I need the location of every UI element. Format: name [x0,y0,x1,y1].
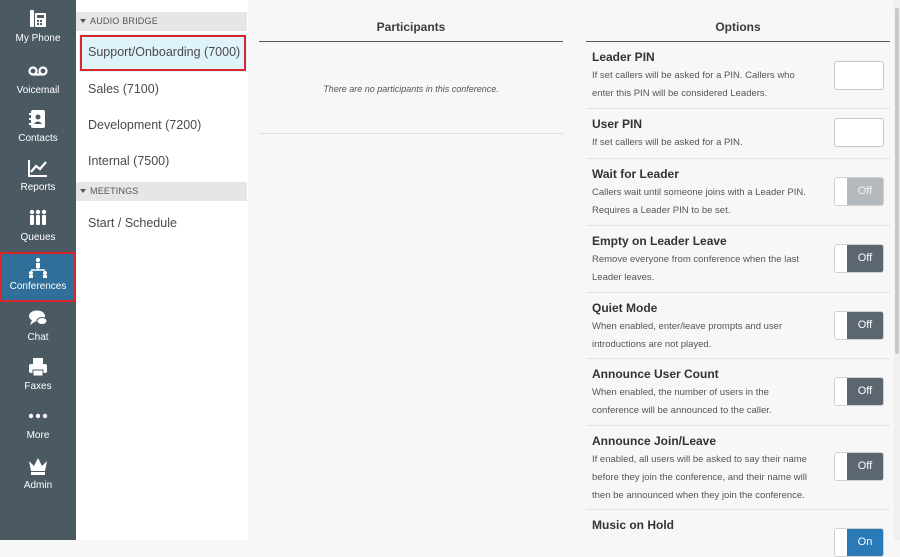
option-desc: If set callers will be asked for a PIN. … [592,70,795,99]
queues-icon [0,207,76,229]
nav-conferences[interactable]: Conferences [0,252,76,302]
participants-empty-message: There are no participants in this confer… [259,42,563,134]
nav-admin[interactable]: Admin [0,455,76,505]
voicemail-icon [0,60,76,82]
list-item-sales[interactable]: Sales (7100) [76,71,247,107]
option-empty-on-leader-leave: Empty on Leader Leave Remove everyone fr… [586,226,890,293]
collapse-triangle-icon [80,18,86,23]
user-pin-input[interactable] [834,118,884,147]
option-announce-user-count: Announce User Count When enabled, the nu… [586,359,890,426]
options-panel: Options Leader PIN If set callers will b… [586,14,890,557]
nav-label: More [26,430,50,441]
crown-icon [0,455,76,477]
meetings-header[interactable]: MEETINGS [76,182,247,201]
reports-icon [0,157,76,179]
nav-reports[interactable]: Reports [0,157,76,207]
phone-icon [0,8,76,30]
list-item-internal[interactable]: Internal (7500) [76,143,247,179]
option-announce-join-leave: Announce Join/Leave If enabled, all user… [586,426,890,510]
announce-user-count-toggle[interactable]: Off [834,377,884,406]
option-desc: Callers wait until someone joins with a … [592,187,806,216]
nav-label: Admin [23,480,53,491]
quiet-mode-toggle[interactable]: Off [834,311,884,340]
wait-for-leader-toggle[interactable]: Off [834,177,884,206]
nav-contacts[interactable]: Contacts [0,108,76,158]
more-icon [0,405,76,427]
nav-label: Queues [20,232,56,243]
nav-faxes[interactable]: Faxes [0,356,76,406]
nav-chat[interactable]: Chat [0,307,76,357]
scrollbar-thumb[interactable] [895,8,899,354]
nav-voicemail[interactable]: Voicemail [0,60,76,110]
list-item-development[interactable]: Development (7200) [76,107,247,143]
toggle-state: Off [847,453,883,480]
nav-label: My Phone [15,33,61,44]
option-music-on-hold: Music on Hold On [586,510,890,557]
fax-icon [0,356,76,378]
audio-bridge-header[interactable]: AUDIO BRIDGE [76,12,247,31]
nav-label: Chat [27,332,49,343]
nav-label: Contacts [18,133,58,144]
nav-my-phone[interactable]: My Phone [0,8,76,58]
contacts-icon [0,108,76,130]
participants-panel: Participants There are no participants i… [259,14,563,134]
participants-title: Participants [259,14,563,42]
toggle-state: Off [847,312,883,339]
nav-more[interactable]: More [0,405,76,455]
option-leader-pin: Leader PIN If set callers will be asked … [586,42,890,109]
option-desc: When enabled, enter/leave prompts and us… [592,321,783,350]
nav-label: Reports [20,182,56,193]
music-on-hold-toggle[interactable]: On [834,528,884,557]
collapse-triangle-icon [80,188,86,193]
list-item-support-onboarding[interactable]: Support/Onboarding (7000) [79,34,247,72]
toggle-state: Off [847,178,883,205]
option-desc: When enabled, the number of users in the… [592,387,772,416]
option-desc: Remove everyone from conference when the… [592,254,799,283]
option-user-pin: User PIN If set callers will be asked fo… [586,109,890,159]
conference-list: AUDIO BRIDGE Support/Onboarding (7000) S… [76,0,248,540]
nav-label: Faxes [24,381,52,392]
leader-pin-input[interactable] [834,61,884,90]
empty-on-leader-leave-toggle[interactable]: Off [834,244,884,273]
option-desc: If enabled, all users will be asked to s… [592,454,807,501]
announce-join-leave-toggle[interactable]: Off [834,452,884,481]
conferences-icon [0,256,76,278]
left-nav: My Phone Voicemail Contacts Reports Queu… [0,0,76,540]
toggle-state: Off [847,245,883,272]
toggle-state: On [847,529,883,556]
toggle-state: Off [847,378,883,405]
options-title: Options [586,14,890,42]
scrollbar[interactable] [894,0,900,540]
nav-label: Conferences [9,281,67,292]
list-item-start-schedule[interactable]: Start / Schedule [76,205,247,241]
option-desc: If set callers will be asked for a PIN. [592,137,743,148]
option-quiet-mode: Quiet Mode When enabled, enter/leave pro… [586,293,890,359]
option-name: Announce Join/Leave [592,434,717,448]
nav-queues[interactable]: Queues [0,207,76,257]
option-wait-for-leader: Wait for Leader Callers wait until someo… [586,159,890,226]
nav-label: Voicemail [16,85,60,96]
chat-icon [0,307,76,329]
